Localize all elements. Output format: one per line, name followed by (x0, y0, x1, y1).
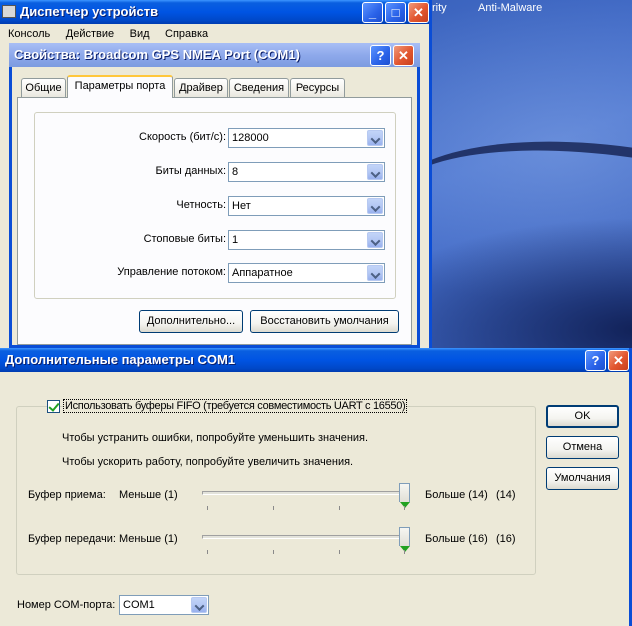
slider-tick (404, 506, 405, 510)
parity-label: Четность: (176, 199, 226, 211)
slider-tick (273, 550, 274, 554)
receive-buffer-label: Буфер приема: (28, 489, 106, 501)
transmit-slider-track (202, 535, 410, 539)
menu-view[interactable]: Вид (124, 24, 156, 44)
advanced-title: Дополнительные параметры COM1 (5, 352, 236, 367)
menu-action[interactable]: Действие (60, 24, 120, 44)
chevron-down-icon[interactable] (367, 232, 383, 248)
close-button[interactable]: ✕ (393, 45, 414, 66)
data-bits-select[interactable]: 8 (228, 162, 385, 182)
parity-select[interactable]: Нет (228, 196, 385, 216)
com-port-label: Номер COM-порта: (17, 599, 116, 611)
tab-driver[interactable]: Драйвер (174, 78, 228, 98)
background-window-title-antimalware[interactable]: Anti-Malware (478, 0, 542, 18)
properties-title: Свойства: Broadcom GPS NMEA Port (COM1) (14, 47, 300, 62)
receive-slider-track (202, 491, 410, 495)
slider-tick (404, 550, 405, 554)
transmit-slider-thumb[interactable] (399, 527, 410, 552)
baud-rate-value: 128000 (232, 132, 269, 144)
port-settings-panel: Скорость (бит/с): 128000 Биты данных: 8 … (17, 97, 412, 345)
chevron-down-icon[interactable] (191, 597, 207, 613)
flow-control-value: Аппаратное (232, 267, 293, 279)
restore-defaults-button[interactable]: Восстановить умолчания (250, 310, 399, 333)
com-port-value: COM1 (123, 599, 155, 611)
receive-buffer-max-label: Больше (14) (425, 489, 488, 501)
defaults-button[interactable]: Умолчания (546, 467, 619, 490)
slider-tick (339, 506, 340, 510)
slider-tick (273, 506, 274, 510)
hint-increase-text: Чтобы ускорить работу, попробуйте увелич… (62, 456, 354, 468)
flow-control-select[interactable]: Аппаратное (228, 263, 385, 283)
baud-rate-label: Скорость (бит/с): (139, 131, 226, 143)
data-bits-label: Биты данных: (155, 165, 226, 177)
receive-buffer-min-label: Меньше (1) (119, 489, 178, 501)
stop-bits-value: 1 (232, 234, 239, 246)
fifo-checkbox-label[interactable]: Использовать буферы FIFO (требуется совм… (63, 399, 408, 413)
help-button[interactable]: ? (585, 350, 606, 371)
transmit-buffer-label: Буфер передачи: (28, 533, 116, 545)
properties-titlebar[interactable]: Свойства: Broadcom GPS NMEA Port (COM1) … (9, 43, 420, 67)
chevron-down-icon[interactable] (367, 265, 383, 281)
tab-port-settings[interactable]: Параметры порта (67, 75, 173, 98)
maximize-button[interactable]: □ (385, 2, 406, 23)
transmit-buffer-max-label: Больше (16) (425, 533, 488, 545)
data-bits-value: 8 (232, 166, 239, 178)
fifo-checkbox[interactable] (47, 400, 60, 413)
slider-tick (339, 550, 340, 554)
transmit-buffer-min-label: Меньше (1) (119, 533, 178, 545)
hint-reduce-text: Чтобы устранить ошибки, попробуйте умень… (62, 432, 369, 444)
device-manager-titlebar[interactable]: Диспетчер устройств _ □ ✕ (0, 0, 429, 24)
chevron-down-icon[interactable] (367, 164, 383, 180)
tab-details[interactable]: Сведения (229, 78, 289, 98)
advanced-button[interactable]: Дополнительно... (139, 310, 243, 333)
advanced-settings-dialog: Дополнительные параметры COM1 ? ✕ Исполь… (0, 348, 632, 626)
close-button[interactable]: ✕ (608, 350, 629, 371)
device-manager-menubar: Консоль Действие Вид Справка (0, 24, 429, 44)
stop-bits-label: Стоповые биты: (143, 233, 226, 245)
receive-slider-thumb[interactable] (399, 483, 410, 508)
transmit-buffer-current-value: (16) (496, 533, 516, 545)
properties-dialog: Свойства: Broadcom GPS NMEA Port (COM1) … (9, 43, 420, 348)
slider-tick (207, 506, 208, 510)
menu-console[interactable]: Консоль (0, 24, 56, 44)
com-port-select[interactable]: COM1 (119, 595, 209, 615)
chevron-down-icon[interactable] (367, 198, 383, 214)
parity-value: Нет (232, 200, 251, 212)
menu-help[interactable]: Справка (159, 24, 214, 44)
transmit-buffer-slider[interactable] (200, 525, 412, 555)
tab-general[interactable]: Общие (21, 78, 66, 98)
device-manager-app-icon (2, 5, 16, 18)
close-button[interactable]: ✕ (408, 2, 429, 23)
slider-tick (207, 550, 208, 554)
receive-buffer-slider[interactable] (200, 481, 412, 511)
minimize-button[interactable]: _ (362, 2, 383, 23)
chevron-down-icon[interactable] (367, 130, 383, 146)
advanced-titlebar[interactable]: Дополнительные параметры COM1 ? ✕ (0, 348, 629, 372)
help-button[interactable]: ? (370, 45, 391, 66)
tab-resources[interactable]: Ресурсы (290, 78, 345, 98)
flow-control-label: Управление потоком: (117, 266, 226, 278)
device-manager-title: Диспетчер устройств (20, 4, 159, 19)
ok-button[interactable]: OK (546, 405, 619, 428)
background-window-title-fragment[interactable]: rity (432, 0, 447, 18)
baud-rate-select[interactable]: 128000 (228, 128, 385, 148)
cancel-button[interactable]: Отмена (546, 436, 619, 459)
receive-buffer-current-value: (14) (496, 489, 516, 501)
stop-bits-select[interactable]: 1 (228, 230, 385, 250)
